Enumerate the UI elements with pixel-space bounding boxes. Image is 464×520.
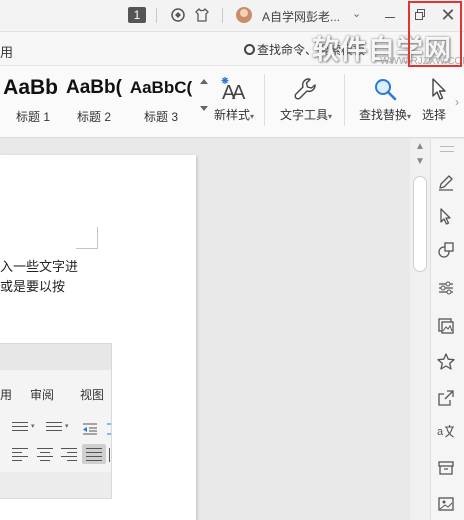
find-replace-label: 查找替换 bbox=[358, 108, 407, 122]
sidebar-handle[interactable] bbox=[440, 146, 454, 152]
decrease-indent-icon bbox=[82, 422, 98, 436]
select-pointer-icon[interactable] bbox=[436, 206, 456, 226]
scroll-down-icon[interactable] bbox=[200, 106, 208, 111]
style-sample: AaBb( bbox=[66, 77, 122, 98]
window-count-badge[interactable]: 1 bbox=[128, 7, 146, 23]
scroll-down-arrow-icon[interactable]: ▼ bbox=[413, 156, 427, 167]
embed-list-row: ▾ ▾ bbox=[0, 422, 111, 442]
minimize-button[interactable] bbox=[378, 6, 402, 26]
highlight-box bbox=[408, 1, 462, 67]
style-sample: AaBbC( bbox=[129, 78, 193, 97]
embed-tab: 用 bbox=[0, 388, 13, 402]
margin-corner-mark bbox=[76, 227, 98, 249]
bullet-list-icon bbox=[12, 422, 28, 436]
shapes-icon[interactable] bbox=[436, 240, 456, 260]
search-icon bbox=[244, 44, 255, 55]
styles-scroll-control[interactable] bbox=[200, 76, 208, 122]
pointer-arrow-icon bbox=[432, 78, 446, 100]
embed-bottom bbox=[0, 472, 111, 498]
ribbon-separator-2 bbox=[344, 74, 345, 126]
svg-text:A: A bbox=[232, 82, 246, 103]
user-avatar[interactable] bbox=[236, 7, 252, 23]
style-heading-1[interactable]: AaBb 标题 1 bbox=[0, 74, 58, 128]
style-name: 标题 2 bbox=[76, 110, 111, 124]
document-text-line[interactable]: 或是要以按 bbox=[0, 276, 65, 295]
align-right-icon bbox=[61, 448, 77, 462]
select-label: 选择 bbox=[422, 108, 447, 122]
star-icon[interactable] bbox=[436, 352, 456, 372]
align-left-icon bbox=[12, 448, 28, 462]
text-tools-button[interactable]: 文字工具▾ bbox=[274, 74, 338, 128]
title-separator-2 bbox=[222, 8, 223, 23]
text-tools-label: 文字工具 bbox=[279, 108, 328, 122]
image-gallery-icon[interactable] bbox=[436, 316, 456, 336]
style-heading-3[interactable]: AaBbC( 标题 3 bbox=[128, 74, 194, 128]
style-name: 标题 3 bbox=[143, 110, 178, 124]
sync-icon[interactable] bbox=[170, 7, 186, 23]
svg-text:a: a bbox=[437, 426, 444, 438]
style-sample: AaBb bbox=[3, 76, 58, 99]
embed-tab-review: 审阅 bbox=[30, 388, 55, 402]
magnifier-icon bbox=[375, 79, 397, 101]
justify-icon bbox=[86, 448, 102, 462]
wrench-icon bbox=[294, 78, 316, 100]
new-style-button[interactable]: AA 新样式▾ bbox=[208, 74, 260, 128]
translate-icon[interactable]: a bbox=[436, 422, 456, 442]
embed-header bbox=[0, 344, 111, 370]
embed-tab-view: 视图 bbox=[80, 388, 105, 402]
document-text-line[interactable]: 入一些文字进 bbox=[0, 256, 78, 275]
style-heading-2[interactable]: AaBb( 标题 2 bbox=[62, 74, 126, 128]
style-name: 标题 1 bbox=[15, 110, 50, 124]
numbered-list-icon bbox=[46, 422, 62, 436]
embed-align-row bbox=[0, 444, 111, 466]
archive-box-icon[interactable] bbox=[436, 458, 456, 478]
scroll-up-arrow-icon[interactable]: ▲ bbox=[413, 141, 427, 152]
new-style-label: 新样式 bbox=[213, 108, 250, 122]
skin-shirt-icon[interactable] bbox=[194, 7, 210, 23]
menu-tab-partial[interactable]: 用 bbox=[0, 42, 13, 61]
picture-icon[interactable] bbox=[436, 494, 456, 514]
increase-indent-icon bbox=[106, 422, 111, 436]
ribbon-separator bbox=[264, 74, 265, 126]
adjust-sliders-icon[interactable] bbox=[436, 278, 456, 298]
user-menu-chevron-icon[interactable]: ⌄ bbox=[352, 7, 361, 20]
pen-icon[interactable] bbox=[436, 172, 456, 192]
align-center-icon bbox=[37, 448, 53, 462]
select-button[interactable]: 选择 bbox=[422, 74, 456, 128]
scroll-up-icon[interactable] bbox=[200, 79, 208, 84]
ribbon-more-arrow-icon[interactable]: › bbox=[455, 95, 459, 109]
new-style-icon: AA bbox=[221, 77, 246, 103]
embedded-screenshot-image[interactable]: 用 审阅 视图 ▾ ▾ bbox=[0, 343, 112, 499]
scrollbar-thumb[interactable] bbox=[413, 176, 427, 272]
user-name[interactable]: A自学网彭老... bbox=[262, 8, 340, 25]
find-replace-button[interactable]: 查找替换▾ bbox=[352, 74, 418, 128]
title-separator bbox=[156, 8, 157, 23]
share-export-icon[interactable] bbox=[436, 388, 456, 408]
